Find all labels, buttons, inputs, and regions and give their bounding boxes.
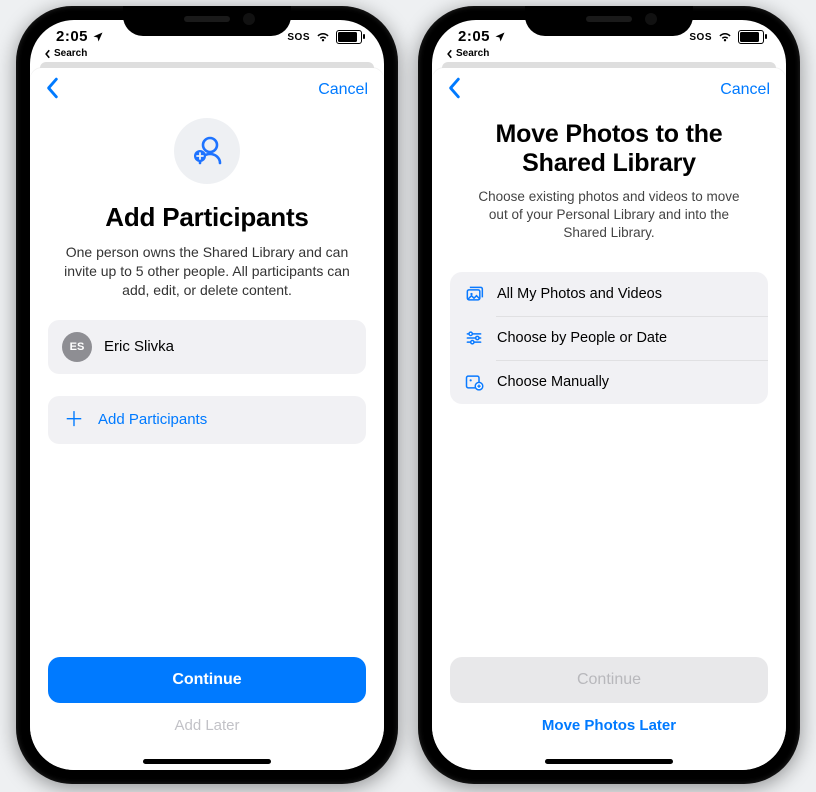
option-people-date[interactable]: Choose by People or Date (450, 316, 768, 360)
modal-sheet: Cancel Add Participants One person owns … (30, 68, 384, 770)
page-subtitle: Choose existing photos and videos to mov… (468, 188, 750, 243)
sos-indicator: SOS (287, 32, 310, 43)
chevron-left-icon (448, 77, 462, 99)
location-arrow-icon (92, 31, 104, 43)
option-label: Choose Manually (497, 374, 609, 390)
add-later-button[interactable]: Add Later (48, 703, 366, 748)
chevron-left-icon (46, 77, 60, 99)
option-label: All My Photos and Videos (497, 286, 662, 302)
nav-bar: Cancel (30, 68, 384, 112)
notch (123, 6, 291, 36)
breadcrumb-back[interactable]: Search (446, 48, 489, 59)
phone-frame-right: 2:05 Search SOS Cancel Move Photos (418, 6, 800, 784)
screen: 2:05 Search SOS Cancel Move Photos (432, 20, 786, 770)
notch (525, 6, 693, 36)
location-arrow-icon (494, 31, 506, 43)
back-button[interactable] (448, 77, 462, 103)
continue-button[interactable]: Continue (48, 657, 366, 703)
participant-row[interactable]: ES Eric Slivka (48, 320, 366, 374)
avatar: ES (62, 332, 92, 362)
sos-indicator: SOS (689, 32, 712, 43)
home-indicator[interactable] (545, 759, 673, 764)
page-subtitle: One person owns the Shared Library and c… (58, 243, 356, 300)
add-participants-label: Add Participants (98, 411, 207, 428)
home-indicator[interactable] (143, 759, 271, 764)
status-time: 2:05 (56, 28, 104, 45)
chevron-left-icon (44, 49, 52, 59)
option-manual[interactable]: Choose Manually (450, 360, 768, 404)
cancel-button[interactable]: Cancel (318, 81, 368, 99)
continue-button-disabled: Continue (450, 657, 768, 703)
back-button[interactable] (46, 77, 60, 103)
hero-add-participant-icon (174, 118, 240, 184)
add-participants-button[interactable]: ＋ Add Participants (48, 396, 366, 444)
option-all-photos[interactable]: All My Photos and Videos (450, 272, 768, 316)
option-label: Choose by People or Date (497, 330, 667, 346)
status-time: 2:05 (458, 28, 506, 45)
page-title: Move Photos to the Shared Library (450, 120, 768, 178)
modal-sheet: Cancel Move Photos to the Shared Library… (432, 68, 786, 770)
participants-list: ES Eric Slivka (48, 320, 366, 374)
chevron-left-icon (446, 49, 454, 59)
filter-sliders-icon (464, 328, 484, 348)
cancel-button[interactable]: Cancel (720, 81, 770, 99)
participant-name: Eric Slivka (104, 338, 174, 355)
phone-frame-left: 2:05 Search SOS Cancel (16, 6, 398, 784)
battery-icon (738, 30, 764, 44)
wifi-icon (717, 31, 733, 43)
battery-icon (336, 30, 362, 44)
breadcrumb-back[interactable]: Search (44, 48, 87, 59)
plus-icon: ＋ (64, 410, 84, 430)
move-later-button[interactable]: Move Photos Later (450, 703, 768, 748)
page-title: Add Participants (48, 202, 366, 233)
nav-bar: Cancel (432, 68, 786, 112)
move-options-list: All My Photos and Videos Choose by Peopl… (450, 272, 768, 404)
photos-stack-icon (464, 284, 484, 304)
screen: 2:05 Search SOS Cancel (30, 20, 384, 770)
photo-add-icon (464, 372, 484, 392)
wifi-icon (315, 31, 331, 43)
